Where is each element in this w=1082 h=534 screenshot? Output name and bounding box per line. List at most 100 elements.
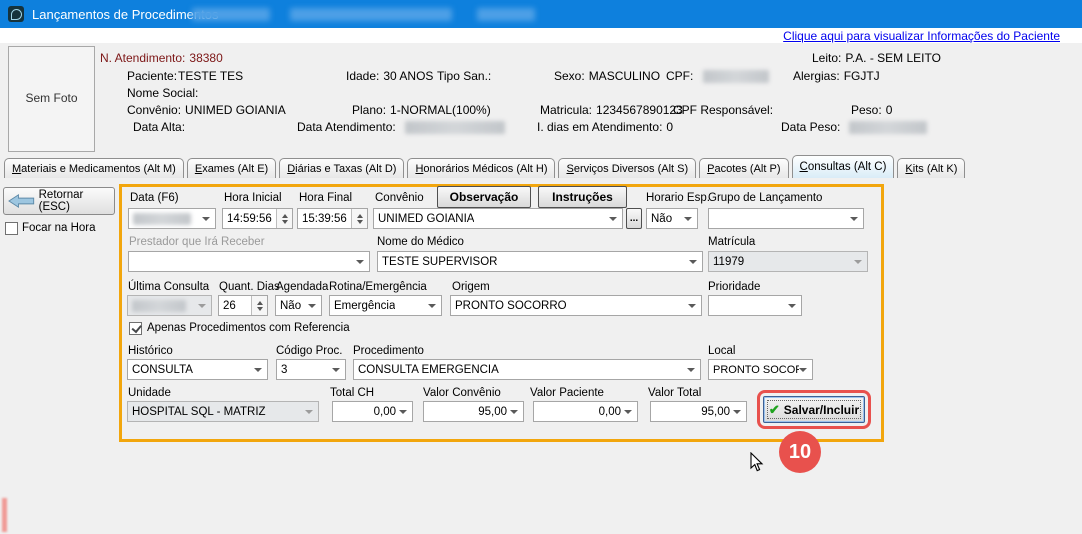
chevron-down-icon: [428, 304, 436, 308]
apenas-referencia-checkbox[interactable]: [129, 322, 142, 335]
tab-servicos-diversos[interactable]: Serviços Diversos (Alt S): [558, 158, 696, 178]
tab-materiais-medicamentos[interactable]: Materiais e Medicamentos (Alt M): [4, 158, 184, 178]
chevron-down-icon: [399, 410, 407, 414]
valor-convenio-field[interactable]: 95,00: [423, 401, 524, 422]
plano-field: Plano:1-NORMAL(100%): [352, 103, 491, 117]
data-f6-label: Data (F6): [130, 192, 179, 204]
chevron-down-icon: [356, 260, 364, 264]
matricula-label: Matrícula: [708, 236, 755, 248]
valor-paciente-field[interactable]: 0,00: [533, 401, 638, 422]
hora-final-label: Hora Final: [299, 192, 352, 204]
tab-honorarios-medicos[interactable]: Honorários Médicos (Alt H): [407, 158, 555, 178]
redacted-value: [132, 300, 186, 312]
ultima-consulta-select: [127, 295, 212, 316]
redacted-title-text: [192, 8, 270, 21]
n-atendimento-field: N. Atendimento:38380: [100, 51, 223, 65]
alergias-field: Alergias:FGJTJ: [793, 69, 880, 83]
codigo-proc-select[interactable]: 3: [276, 359, 346, 380]
tab-diarias-taxas[interactable]: Diárias e Taxas (Alt D): [279, 158, 404, 178]
spinner-buttons[interactable]: [276, 209, 292, 228]
local-select[interactable]: PRONTO SOCORRO: [708, 359, 813, 380]
observacao-button[interactable]: Observação: [437, 186, 531, 208]
historico-select[interactable]: CONSULTA: [127, 359, 268, 380]
grupo-lancamento-select[interactable]: [708, 208, 864, 229]
mouse-cursor: [750, 452, 764, 473]
annotation-step-badge: 10: [779, 431, 821, 473]
matricula-select: 11979: [708, 251, 868, 272]
agendada-label: Agendada: [276, 281, 328, 293]
data-f6-select[interactable]: [128, 208, 216, 229]
cpf-field: CPF:: [666, 69, 769, 83]
chevron-down-icon: [854, 260, 862, 264]
chevron-down-icon: [202, 217, 210, 221]
horario-esp-select[interactable]: Não: [646, 208, 698, 229]
tab-pacotes[interactable]: Pacotes (Alt P): [699, 158, 788, 178]
window-title: Lançamentos de Procedimentos: [32, 7, 218, 22]
spinner-buttons[interactable]: [351, 209, 367, 228]
dias-atendimento-field: I. dias em Atendimento:0: [537, 120, 673, 134]
unidade-select: HOSPITAL SQL - MATRIZ: [127, 401, 319, 422]
convenio-more-button[interactable]: ...: [626, 208, 642, 229]
chevron-down-icon: [733, 410, 741, 414]
cpf-responsavel-field: CPF Responsável:: [673, 103, 773, 117]
chevron-down-icon: [510, 410, 518, 414]
spinner-buttons[interactable]: [251, 296, 267, 315]
chevron-down-icon: [687, 368, 695, 372]
sexo-field: Sexo:MASCULINO: [554, 69, 660, 83]
redacted-title-text: [477, 8, 535, 21]
patient-photo-placeholder: Sem Foto: [8, 46, 95, 152]
retornar-button[interactable]: Retornar (ESC): [3, 187, 115, 215]
paciente-field: Paciente:TESTE TES: [127, 69, 243, 83]
chevron-down-icon: [305, 410, 313, 414]
rotina-emergencia-select[interactable]: Emergência: [329, 295, 442, 316]
hora-inicial-label: Hora Inicial: [224, 192, 282, 204]
tab-kits[interactable]: Kits (Alt K): [897, 158, 965, 178]
prioridade-select[interactable]: [708, 295, 802, 316]
arrow-left-icon: [8, 193, 35, 209]
leito-field: Leito:P.A. - SEM LEITO: [812, 51, 941, 65]
convenio-label: Convênio: [375, 192, 424, 204]
redacted-value: [405, 121, 505, 134]
procedimento-label: Procedimento: [353, 345, 424, 357]
chevron-down-icon: [799, 368, 807, 372]
hora-final-spinner[interactable]: 15:39:56: [297, 208, 368, 229]
historico-label: Histórico: [128, 345, 173, 357]
tab-consultas[interactable]: Consultas (Alt C): [792, 155, 895, 178]
annotation-highlight-box: [757, 390, 871, 429]
chevron-down-icon: [788, 304, 796, 308]
convenio-select[interactable]: UNIMED GOIANIA: [373, 208, 623, 229]
instrucoes-button[interactable]: Instruções: [538, 186, 627, 208]
focar-na-hora-label: Focar na Hora: [22, 222, 96, 234]
nome-medico-select[interactable]: TESTE SUPERVISOR: [377, 251, 703, 272]
tab-exames[interactable]: Exames (Alt E): [187, 158, 276, 178]
chevron-down-icon: [688, 304, 696, 308]
chevron-down-icon: [609, 217, 617, 221]
chevron-down-icon: [850, 217, 858, 221]
quant-dias-spinner[interactable]: 26: [218, 295, 268, 316]
hora-inicial-spinner[interactable]: 14:59:56: [222, 208, 293, 229]
total-ch-field[interactable]: 0,00: [332, 401, 413, 422]
valor-total-field[interactable]: 95,00: [650, 401, 747, 422]
redacted-title-text: [290, 8, 452, 21]
prestador-label: Prestador que Irá Receber: [129, 236, 265, 248]
data-atendimento-field: Data Atendimento:: [297, 120, 505, 134]
app-icon: [8, 6, 24, 22]
chevron-down-icon: [684, 217, 692, 221]
unidade-label: Unidade: [128, 387, 171, 399]
quant-dias-label: Quant. Dias: [219, 281, 280, 293]
peso-field: Peso:0: [851, 103, 892, 117]
agendada-select[interactable]: Não: [275, 295, 322, 316]
convenio-field: Convênio:UNIMED GOIANIA: [127, 103, 286, 117]
nome-social-field: Nome Social:: [127, 86, 202, 100]
focar-na-hora-checkbox[interactable]: [5, 222, 18, 235]
chevron-down-icon: [198, 304, 206, 308]
data-peso-field: Data Peso:: [781, 120, 927, 134]
procedimento-select[interactable]: CONSULTA EMERGÊNCIA: [353, 359, 701, 380]
chevron-down-icon: [332, 368, 340, 372]
left-edge-marker: [2, 498, 7, 532]
origem-select[interactable]: PRONTO SOCORRO: [450, 295, 702, 316]
prestador-select[interactable]: [128, 251, 370, 272]
patient-info-link[interactable]: Clique aqui para visualizar Informações …: [783, 29, 1060, 43]
rotina-emergencia-label: Rotina/Emergência: [329, 281, 427, 293]
window: Lançamentos de Procedimentos Clique aqui…: [0, 0, 1082, 534]
